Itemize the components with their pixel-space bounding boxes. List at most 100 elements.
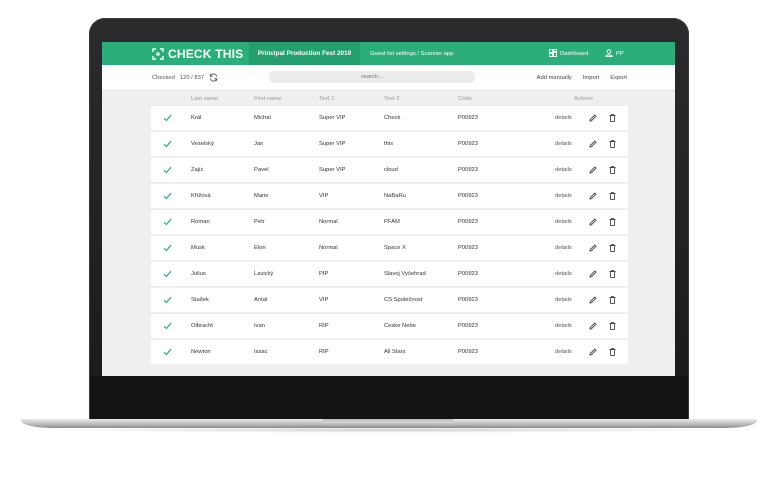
header-text1[interactable]: Text 1 bbox=[319, 92, 334, 106]
add-manually-button[interactable]: Add manually bbox=[537, 75, 572, 81]
cell-text1: RIP bbox=[319, 349, 329, 355]
details-link[interactable]: details bbox=[555, 236, 572, 260]
cell-code: P00923 bbox=[458, 323, 478, 329]
toolbar: Checked 120 / 837 Add manually Import Ex… bbox=[102, 65, 675, 91]
cell-code: P00923 bbox=[458, 349, 478, 355]
delete-icon[interactable] bbox=[609, 132, 616, 156]
delete-icon[interactable] bbox=[609, 184, 616, 208]
edit-icon[interactable] bbox=[589, 314, 597, 338]
edit-icon[interactable] bbox=[589, 106, 597, 130]
check-icon[interactable] bbox=[163, 132, 172, 156]
user-icon bbox=[605, 48, 613, 59]
cell-text1: Super VIP bbox=[319, 115, 346, 121]
cell-text2: All Stars bbox=[384, 349, 406, 355]
cell-last-name: Musk bbox=[191, 245, 205, 251]
cell-first-name: Marie bbox=[254, 193, 269, 199]
edit-icon[interactable] bbox=[589, 340, 597, 364]
cell-last-name: Král bbox=[191, 115, 202, 121]
cell-text2: PFAM bbox=[384, 219, 400, 225]
check-icon[interactable] bbox=[163, 184, 172, 208]
cell-text1: VIP bbox=[319, 297, 329, 303]
cell-text1: Normal bbox=[319, 219, 338, 225]
check-icon[interactable] bbox=[163, 262, 172, 286]
guest-table-body: Král Michal Super VIP Check P00923 detai… bbox=[151, 106, 628, 366]
cell-code: P00923 bbox=[458, 245, 478, 251]
delete-icon[interactable] bbox=[609, 340, 616, 364]
details-link[interactable]: details bbox=[555, 288, 572, 312]
table-row: Newton Issac RIP All Stars P00923 detail… bbox=[151, 340, 628, 364]
check-icon[interactable] bbox=[163, 236, 172, 260]
delete-icon[interactable] bbox=[609, 158, 616, 182]
edit-icon[interactable] bbox=[589, 158, 597, 182]
check-icon[interactable] bbox=[163, 340, 172, 364]
cell-last-name: Olbracht bbox=[191, 323, 213, 329]
refresh-icon[interactable] bbox=[209, 73, 218, 82]
delete-icon[interactable] bbox=[609, 314, 616, 338]
cell-first-name: Ivan bbox=[254, 323, 265, 329]
cell-code: P00923 bbox=[458, 219, 478, 225]
details-link[interactable]: details bbox=[555, 210, 572, 234]
scan-icon bbox=[152, 47, 164, 60]
check-icon[interactable] bbox=[163, 210, 172, 234]
header-first-name[interactable]: First name bbox=[254, 92, 281, 106]
delete-icon[interactable] bbox=[609, 210, 616, 234]
check-icon[interactable] bbox=[163, 106, 172, 130]
table-row: Král Michal Super VIP Check P00923 detai… bbox=[151, 106, 628, 130]
delete-icon[interactable] bbox=[609, 106, 616, 130]
tab-event[interactable]: Principal Production Fest 2019 bbox=[249, 42, 360, 65]
brand-logo[interactable]: CHECK THIS bbox=[152, 45, 243, 62]
table-row: Julius Lavický PIP Slavoj Vyšehrad P0092… bbox=[151, 262, 628, 286]
delete-icon[interactable] bbox=[609, 236, 616, 260]
delete-icon[interactable] bbox=[609, 288, 616, 312]
delete-icon[interactable] bbox=[609, 262, 616, 286]
brand-name: CHECK THIS bbox=[168, 46, 244, 61]
check-icon[interactable] bbox=[163, 314, 172, 338]
edit-icon[interactable] bbox=[589, 132, 597, 156]
cell-last-name: Newton bbox=[191, 349, 211, 355]
user-menu[interactable]: PP bbox=[605, 42, 624, 65]
edit-icon[interactable] bbox=[589, 236, 597, 260]
search-input[interactable] bbox=[269, 71, 475, 83]
table-row: Veselský Jan Super VIP this P00923 detai… bbox=[151, 132, 628, 156]
header-last-name[interactable]: Last name bbox=[191, 92, 218, 106]
header-text2[interactable]: Text 2 bbox=[384, 92, 399, 106]
cell-text1: Super VIP bbox=[319, 141, 346, 147]
table-row: Křížová Marie VIP NaBaRu P00923 details bbox=[151, 184, 628, 208]
import-button[interactable]: Import bbox=[583, 75, 599, 81]
checked-counter: Checked 120 / 837 bbox=[152, 65, 218, 90]
cell-first-name: Elon bbox=[254, 245, 266, 251]
details-link[interactable]: details bbox=[555, 132, 572, 156]
guest-list-settings-link[interactable]: Guest list settings / Scanner app bbox=[370, 42, 453, 65]
table-row: Musk Elon Normal Space X P00923 details bbox=[151, 236, 628, 260]
details-link[interactable]: details bbox=[555, 158, 572, 182]
details-link[interactable]: details bbox=[555, 106, 572, 130]
export-button[interactable]: Export bbox=[610, 75, 627, 81]
cell-text1: Super VIP bbox=[319, 167, 346, 173]
edit-icon[interactable] bbox=[589, 262, 597, 286]
details-link[interactable]: details bbox=[555, 184, 572, 208]
edit-icon[interactable] bbox=[589, 184, 597, 208]
header-code[interactable]: Code bbox=[458, 92, 472, 106]
dashboard-link[interactable]: Dashboard bbox=[549, 42, 588, 65]
header-actions: Actions bbox=[574, 96, 594, 102]
dashboard-icon bbox=[549, 48, 557, 59]
table-header: Last name First name Text 1 Text 2 Code … bbox=[151, 92, 628, 106]
details-link[interactable]: details bbox=[555, 314, 572, 338]
details-link[interactable]: details bbox=[555, 340, 572, 364]
cell-code: P00923 bbox=[458, 271, 478, 277]
cell-text1: PIP bbox=[319, 271, 329, 277]
laptop-chin bbox=[90, 376, 688, 420]
check-icon[interactable] bbox=[163, 158, 172, 182]
cell-first-name: Jan bbox=[254, 141, 264, 147]
details-link[interactable]: details bbox=[555, 262, 572, 286]
edit-icon[interactable] bbox=[589, 210, 597, 234]
check-icon[interactable] bbox=[163, 288, 172, 312]
cell-first-name: Lavický bbox=[254, 271, 274, 277]
cell-text2: Check bbox=[384, 115, 401, 121]
app-screen: CHECK THIS Principal Production Fest 201… bbox=[102, 42, 675, 376]
checked-count: 120 / 837 bbox=[179, 74, 205, 81]
cell-first-name: Michal bbox=[254, 115, 271, 121]
table-row: Zajíc Pavel Super VIP cloud P00923 detai… bbox=[151, 158, 628, 182]
edit-icon[interactable] bbox=[589, 288, 597, 312]
cell-text2: this bbox=[384, 141, 394, 147]
